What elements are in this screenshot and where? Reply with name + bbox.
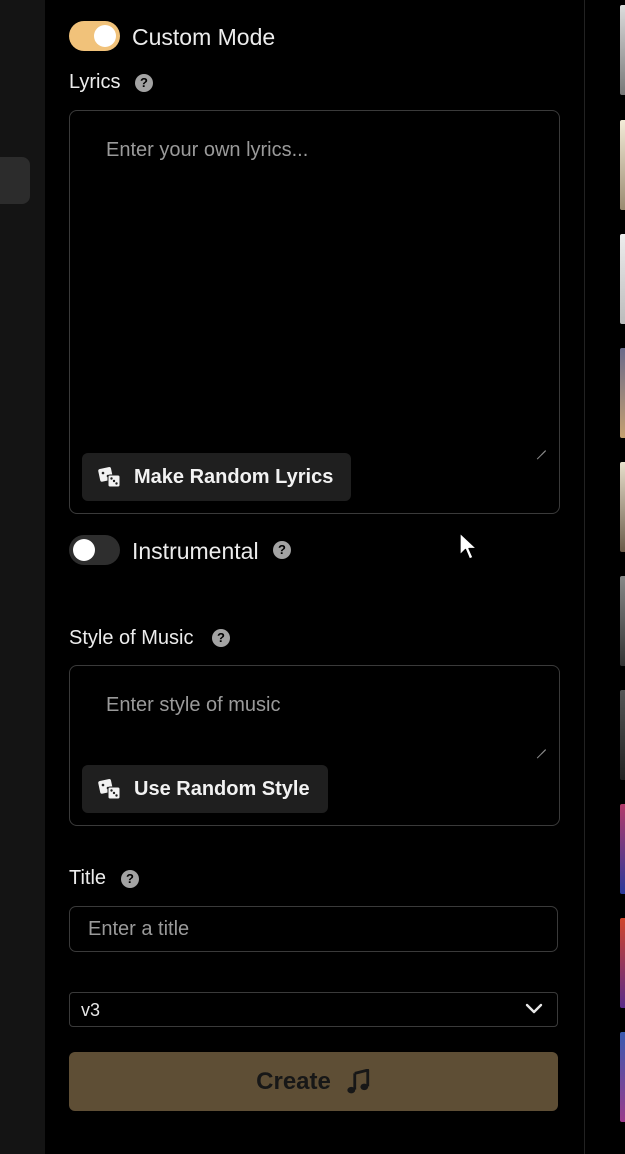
question-circle-icon[interactable]: ?: [135, 74, 153, 92]
make-random-lyrics-button[interactable]: Make Random Lyrics: [82, 453, 352, 501]
lyrics-box: Make Random Lyrics: [69, 110, 560, 514]
resize-handle-icon[interactable]: [536, 441, 546, 451]
model-version-select[interactable]: v3: [69, 992, 558, 1027]
music-note-icon: [347, 1068, 370, 1093]
toggle-knob: [73, 539, 95, 561]
instrumental-toggle[interactable]: [69, 535, 120, 565]
question-circle-icon[interactable]: ?: [273, 541, 291, 559]
question-circle-icon[interactable]: ?: [121, 870, 139, 888]
mouse-pointer-icon: [459, 532, 478, 560]
song-thumbnail[interactable]: [620, 462, 625, 552]
style-of-music-label: Style of Music: [69, 627, 194, 649]
song-thumbnail[interactable]: [620, 690, 625, 780]
song-thumbnails-strip: [585, 0, 625, 1154]
dice-icon: [98, 467, 121, 488]
left-sidebar: [0, 0, 45, 1154]
song-thumbnail[interactable]: [620, 804, 625, 894]
custom-mode-toggle[interactable]: [69, 21, 120, 51]
style-textarea[interactable]: [70, 666, 559, 756]
song-thumbnail[interactable]: [620, 120, 625, 210]
song-thumbnail[interactable]: [620, 576, 625, 666]
model-version-value: v3: [81, 1000, 101, 1020]
song-thumbnail[interactable]: [620, 918, 625, 1008]
song-thumbnail[interactable]: [620, 234, 625, 324]
style-box: Use Random Style: [69, 665, 560, 826]
lyrics-label: Lyrics: [69, 71, 121, 93]
chevron-down-icon: [525, 1003, 543, 1014]
song-thumbnail[interactable]: [620, 1032, 625, 1122]
song-thumbnail[interactable]: [620, 5, 625, 95]
title-input[interactable]: [69, 906, 558, 952]
question-circle-icon[interactable]: ?: [212, 629, 230, 647]
sidebar-active-item[interactable]: [0, 157, 30, 204]
use-random-style-button[interactable]: Use Random Style: [82, 765, 328, 813]
make-random-lyrics-label: Make Random Lyrics: [134, 465, 334, 488]
song-thumbnail[interactable]: [620, 348, 625, 438]
resize-handle-icon[interactable]: [536, 740, 546, 750]
instrumental-label: Instrumental: [132, 538, 259, 564]
custom-mode-label: Custom Mode: [132, 24, 276, 50]
create-button-label: Create: [256, 1067, 331, 1095]
lyrics-textarea[interactable]: [70, 111, 559, 451]
dice-icon: [98, 779, 121, 800]
toggle-knob: [94, 25, 116, 47]
create-button[interactable]: Create: [69, 1052, 558, 1111]
title-label: Title: [69, 867, 107, 889]
use-random-style-label: Use Random Style: [134, 777, 310, 800]
